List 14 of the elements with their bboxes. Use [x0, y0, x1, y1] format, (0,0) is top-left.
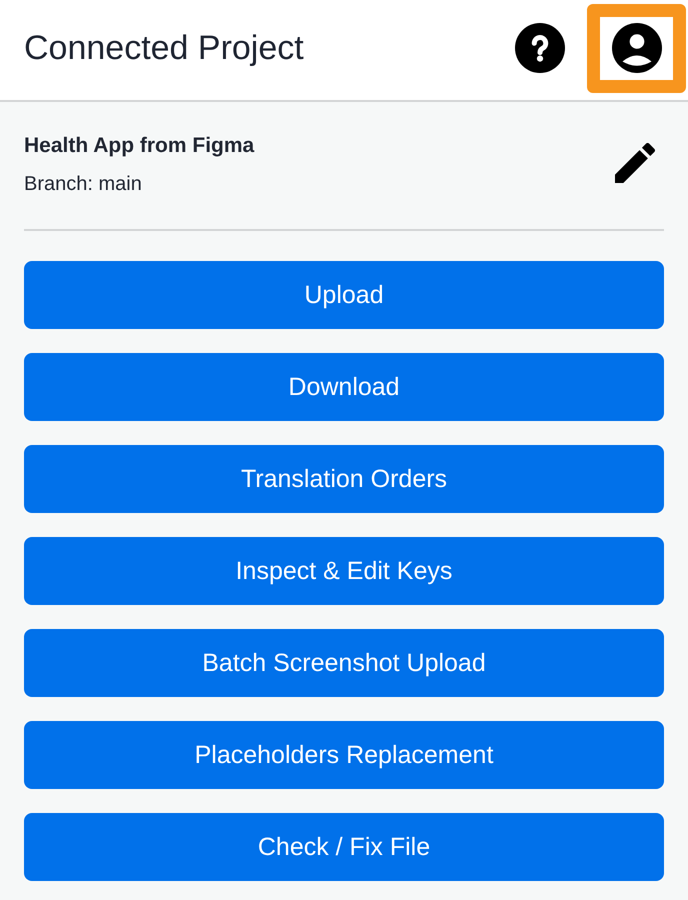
account-button[interactable]	[587, 4, 686, 92]
action-button[interactable]: Translation Orders	[24, 445, 664, 513]
user-icon	[612, 23, 662, 73]
action-button[interactable]: Download	[24, 353, 664, 421]
action-button[interactable]: Upload	[24, 261, 664, 329]
action-button[interactable]: Check / Fix File	[24, 813, 664, 881]
action-button[interactable]: Inspect & Edit Keys	[24, 537, 664, 605]
pencil-icon[interactable]	[615, 143, 655, 183]
project-name: Health App from Figma	[24, 133, 254, 159]
window-title: Connected Project	[24, 28, 304, 68]
action-button[interactable]: Batch Screenshot Upload	[24, 629, 664, 697]
branch-label: Branch: main	[24, 172, 143, 197]
help-icon[interactable]	[515, 23, 565, 73]
action-button[interactable]: Placeholders Replacement	[24, 721, 664, 789]
